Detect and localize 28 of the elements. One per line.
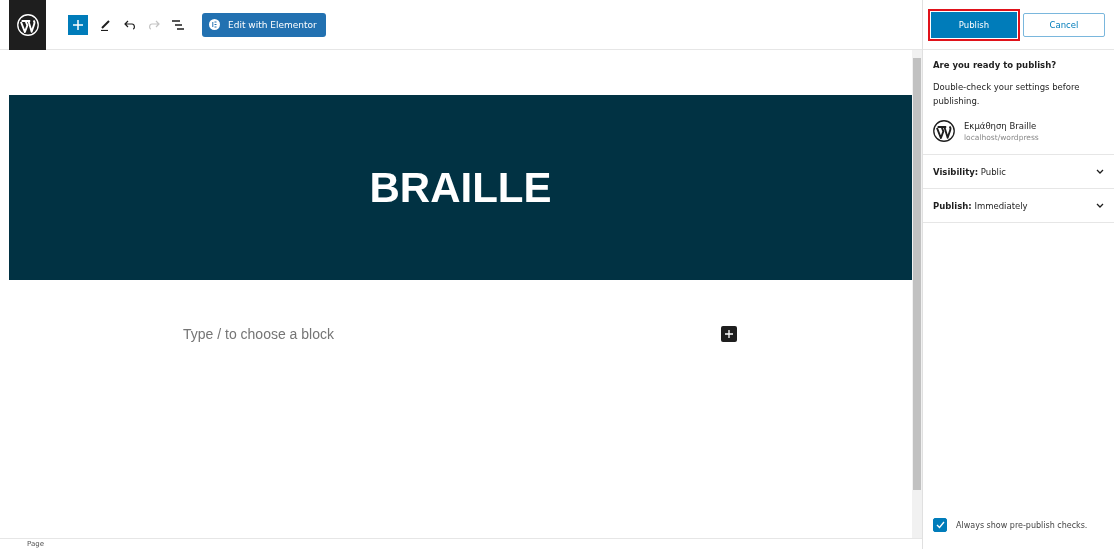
edit-with-elementor-button[interactable]: Edit with Elementor	[202, 12, 326, 37]
panel-description: Double-check your settings before publishing.	[933, 81, 1081, 108]
elementor-icon	[209, 19, 220, 30]
inserter-button[interactable]	[721, 326, 737, 342]
cancel-button[interactable]: Cancel	[1023, 12, 1105, 37]
wordpress-logo-button[interactable]	[9, 0, 46, 50]
checkbox[interactable]	[933, 518, 947, 532]
wordpress-logo-icon	[933, 120, 955, 142]
scrollbar[interactable]	[912, 50, 922, 538]
plus-icon	[725, 330, 733, 338]
undo-button[interactable]	[124, 19, 136, 30]
publish-button[interactable]: Publish	[931, 11, 1017, 38]
redo-icon	[148, 19, 160, 30]
chevron-icon	[1096, 169, 1104, 174]
edit-tool-button[interactable]	[100, 18, 112, 31]
checkbox-label[interactable]: Always show pre-publish checks.	[956, 520, 1088, 530]
list-icon	[172, 19, 184, 30]
banner-title: BRAILLE	[369, 163, 552, 212]
add-block-button[interactable]	[68, 14, 88, 35]
undo-icon	[124, 19, 136, 30]
chevron-icon	[1096, 203, 1104, 208]
panel-heading: Are you ready to publish?	[933, 60, 1058, 70]
pencil-icon	[100, 18, 112, 31]
plus-icon	[73, 19, 83, 30]
wordpress-logo-icon	[16, 13, 39, 36]
block-placeholder[interactable]: Type / to choose a block	[183, 326, 334, 342]
list-view-button[interactable]	[172, 19, 184, 30]
site-name: Εκμάθηση Braille	[964, 120, 1038, 131]
